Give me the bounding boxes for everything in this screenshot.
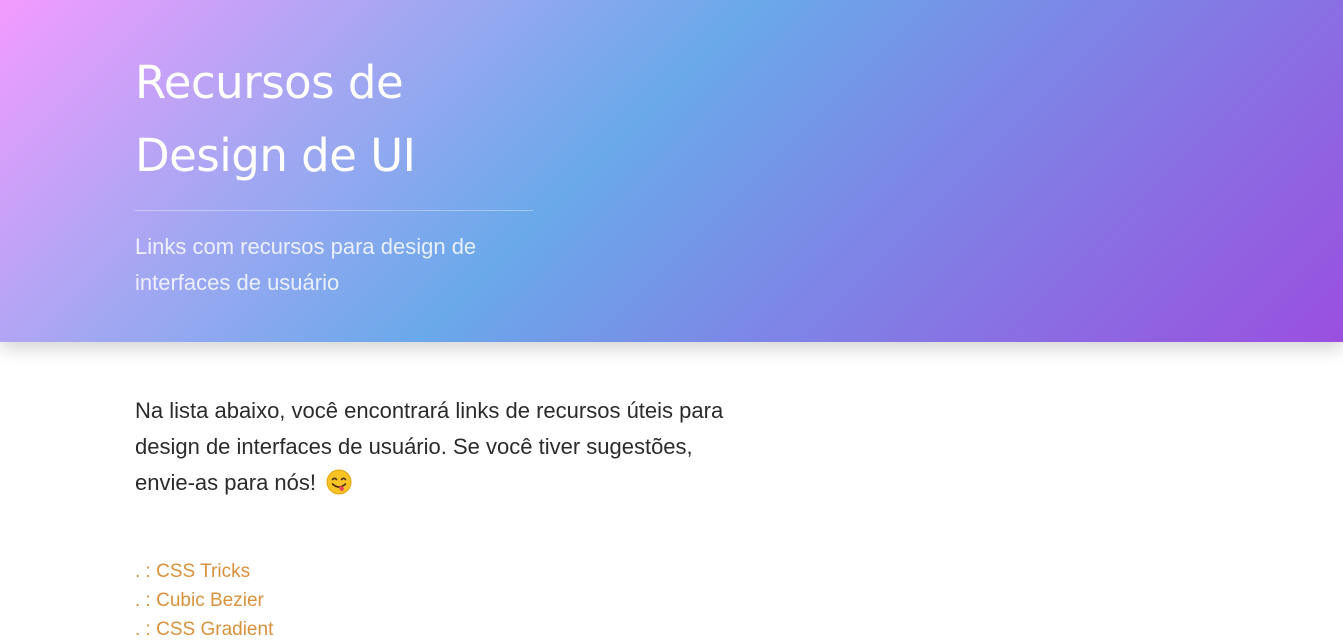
link-css-gradient[interactable]: CSS Gradient [156,619,273,640]
link-prefix: . : [135,590,157,611]
list-item: . : CSS Gradient [135,615,725,644]
link-css-tricks[interactable]: CSS Tricks [156,561,250,582]
hero-content: Recursos de Design de UI Links com recur… [135,46,535,301]
link-prefix: . : [135,619,157,640]
hero-divider [135,210,533,211]
intro-paragraph: Na lista abaixo, você encontrará links d… [135,393,725,501]
page-title: Recursos de Design de UI [135,56,416,182]
face-savoring-food-icon [326,469,352,495]
list-item: . : Cubic Bezier [135,586,725,615]
hero-banner: Recursos de Design de UI Links com recur… [0,0,1343,342]
link-cubic-bezier[interactable]: Cubic Bezier [156,590,264,611]
page-subtitle: Links com recursos para design de interf… [135,234,477,295]
main-content: Na lista abaixo, você encontrará links d… [135,393,725,644]
resource-links-list: . : CSS Tricks . : Cubic Bezier . : CSS … [135,557,725,644]
link-prefix: . : [135,561,157,582]
intro-text: Na lista abaixo, você encontrará links d… [135,398,724,495]
list-item: . : CSS Tricks [135,557,725,586]
